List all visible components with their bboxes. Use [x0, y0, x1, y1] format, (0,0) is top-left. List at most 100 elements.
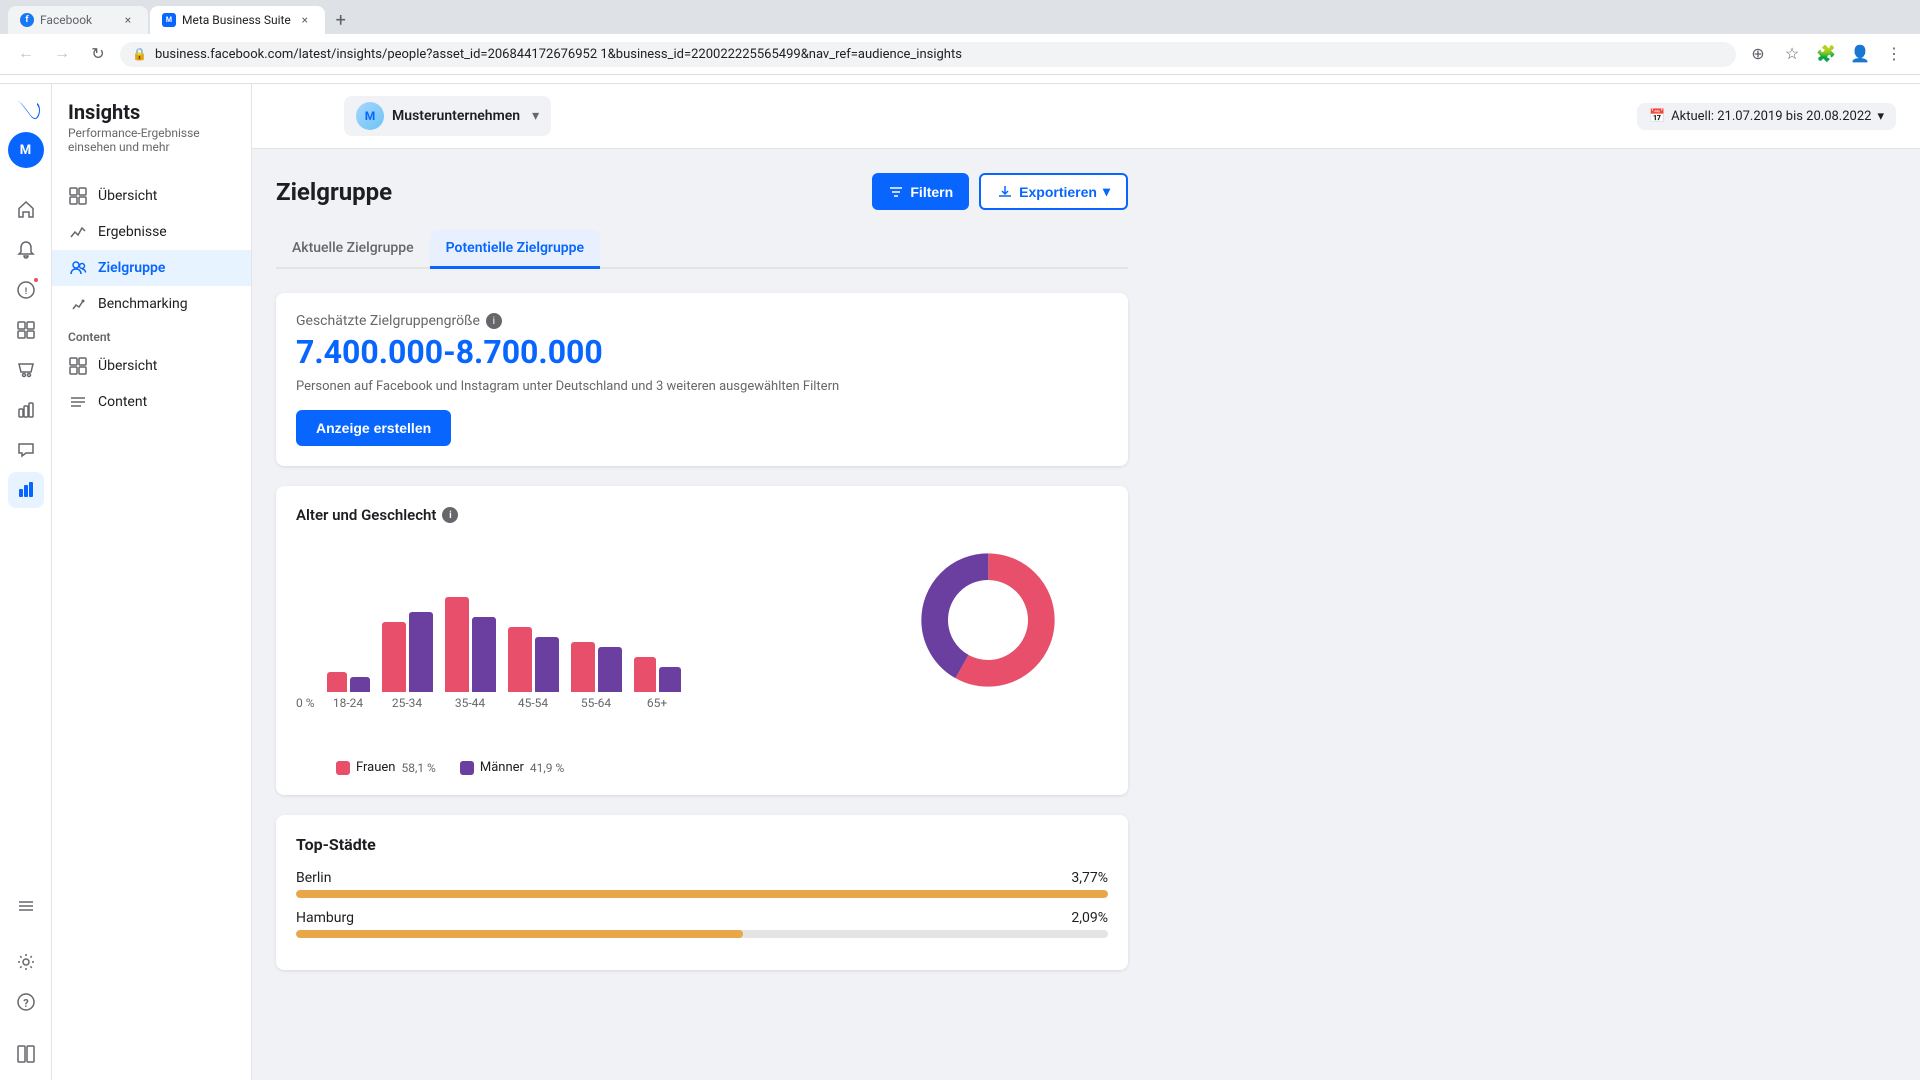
bar-female-45-54 — [508, 627, 532, 692]
user-avatar[interactable]: M — [8, 132, 44, 168]
cities-card: Top-Städte Berlin 3,77% Hamburg 2,09% — [276, 815, 1128, 970]
age-label-65plus: 65+ — [647, 696, 667, 710]
filter-button[interactable]: Filtern — [872, 173, 969, 210]
export-button[interactable]: Exportieren ▾ — [979, 173, 1128, 210]
create-ad-button[interactable]: Anzeige erstellen — [296, 410, 451, 446]
nav-item-benchmarking[interactable]: Benchmarking — [52, 286, 251, 322]
address-text: business.facebook.com/latest/insights/pe… — [155, 47, 1724, 62]
left-sidebar: M ! — [0, 84, 52, 1080]
analytics-active-icon[interactable] — [8, 472, 44, 508]
bar-female-55-64 — [571, 642, 595, 692]
donut-chart — [908, 540, 1088, 720]
legend-female-label: Frauen — [356, 760, 395, 775]
nav-item-uebersicht2[interactable]: Übersicht — [52, 348, 251, 384]
city-berlin-bar-fill — [296, 890, 1108, 898]
bar-male-45-54 — [535, 637, 559, 692]
bell-icon[interactable] — [8, 232, 44, 268]
city-row-hamburg: Hamburg 2,09% — [296, 910, 1108, 938]
tab-bar: f Facebook × M Meta Business Suite × + — [0, 0, 1920, 34]
shop-icon[interactable] — [8, 352, 44, 388]
city-hamburg-header: Hamburg 2,09% — [296, 910, 1108, 926]
tab-meta-close[interactable]: × — [297, 12, 313, 28]
extensions-button[interactable]: 🧩 — [1812, 40, 1840, 68]
date-range-selector[interactable]: 📅 Aktuell: 21.07.2019 bis 20.08.2022 ▾ — [1637, 103, 1896, 130]
nav-item-content[interactable]: Content — [52, 384, 251, 420]
menu-icon[interactable] — [8, 888, 44, 924]
city-berlin-bar-bg — [296, 890, 1108, 898]
legend-male-dot — [460, 761, 474, 775]
tabs-container: Aktuelle Zielgruppe Potentielle Zielgrup… — [276, 230, 1128, 269]
notification-icon[interactable]: ! — [8, 272, 44, 308]
columns-icon[interactable] — [8, 1036, 44, 1072]
nav-item-ergebnisse[interactable]: Ergebnisse — [52, 214, 251, 250]
business-avatar: M — [356, 102, 384, 130]
nav-item-zielgruppe[interactable]: Zielgruppe — [52, 250, 251, 286]
tab-facebook-close[interactable]: × — [120, 12, 136, 28]
ergebnisse-icon — [68, 222, 88, 242]
grid-icon[interactable] — [8, 312, 44, 348]
nav-content-label: Content — [98, 394, 147, 410]
city-hamburg-pct: 2,09% — [1071, 910, 1108, 926]
back-button[interactable]: ← — [12, 40, 40, 68]
zoom-button[interactable]: ⊕ — [1744, 40, 1772, 68]
benchmarking-icon — [68, 294, 88, 314]
bar-female-65plus — [634, 657, 656, 692]
message-icon[interactable] — [8, 432, 44, 468]
bar-male-18-24 — [350, 677, 370, 692]
main-content: M Musterunternehmen ▾ 📅 Aktuell: 21.07.2… — [252, 84, 1920, 1080]
insights-subtitle: Performance-Ergebnisse einsehen und mehr — [68, 126, 235, 154]
browser-nav-icons: ⊕ ☆ 🧩 👤 ⋮ — [1744, 40, 1908, 68]
svg-text:!: ! — [24, 287, 26, 297]
content-icon — [68, 392, 88, 412]
settings-icon[interactable] — [8, 944, 44, 980]
insights-title: Insights — [68, 100, 235, 124]
more-button[interactable]: ⋮ — [1880, 40, 1908, 68]
bar-group-18-24: 18-24 — [327, 542, 370, 710]
insights-header: Insights Performance-Ergebnisse einsehen… — [52, 100, 251, 170]
bar-female-18-24 — [327, 672, 347, 692]
audience-size-value: 7.400.000-8.700.000 — [296, 333, 1108, 371]
legend-female-pct: 58,1 % — [401, 761, 435, 775]
age-label-45-54: 45-54 — [518, 696, 548, 710]
bar-group-35-44: 35-44 — [445, 542, 496, 710]
uebersicht1-icon — [68, 186, 88, 206]
business-selector[interactable]: M Musterunternehmen ▾ — [344, 96, 551, 136]
refresh-button[interactable]: ↻ — [84, 40, 112, 68]
nav-benchmarking-label: Benchmarking — [98, 296, 188, 312]
chart-info-icon[interactable]: i — [442, 507, 458, 523]
cities-title: Top-Städte — [296, 835, 1108, 854]
chart-bar-icon[interactable] — [8, 392, 44, 428]
notification-dot — [32, 276, 40, 284]
nav-uebersicht1-label: Übersicht — [98, 188, 157, 204]
page-title-section: Zielgruppe Filtern Exportieren ▾ — [276, 173, 1128, 210]
nav-uebersicht2-label: Übersicht — [98, 358, 157, 374]
new-tab-button[interactable]: + — [327, 6, 355, 34]
audience-size-label-text: Geschätzte Zielgruppengröße — [296, 313, 480, 329]
bar-male-25-34 — [409, 612, 433, 692]
nav-section-main: Übersicht Ergebnisse Zielgruppe Benchmar… — [52, 178, 251, 322]
city-berlin-header: Berlin 3,77% — [296, 870, 1108, 886]
chart-legend: Frauen 58,1 % Männer 41,9 % — [296, 760, 1108, 775]
tab-aktuelle[interactable]: Aktuelle Zielgruppe — [276, 230, 430, 269]
action-buttons: Filtern Exportieren ▾ — [872, 173, 1128, 210]
bar-female-25-34 — [382, 622, 406, 692]
tab-facebook[interactable]: f Facebook × — [8, 6, 148, 34]
home-icon[interactable] — [8, 192, 44, 228]
city-row-berlin: Berlin 3,77% — [296, 870, 1108, 898]
address-bar[interactable]: 🔒 business.facebook.com/latest/insights/… — [120, 42, 1736, 67]
city-hamburg-name: Hamburg — [296, 910, 354, 926]
audience-info-icon[interactable]: i — [486, 313, 502, 329]
city-hamburg-bar-fill — [296, 930, 743, 938]
bar-group-65plus: 65+ — [634, 542, 681, 710]
calendar-icon: 📅 — [1649, 109, 1665, 124]
bookmark-button[interactable]: ☆ — [1778, 40, 1806, 68]
filter-btn-label: Filtern — [910, 184, 953, 200]
meta-logo — [8, 92, 44, 128]
nav-item-uebersicht1[interactable]: Übersicht — [52, 178, 251, 214]
profile-button[interactable]: 👤 — [1846, 40, 1874, 68]
forward-button[interactable]: → — [48, 40, 76, 68]
tab-meta[interactable]: M Meta Business Suite × — [150, 6, 325, 34]
city-hamburg-bar-bg — [296, 930, 1108, 938]
tab-potenzielle[interactable]: Potentielle Zielgruppe — [430, 230, 600, 269]
help-icon[interactable]: ? — [8, 984, 44, 1020]
